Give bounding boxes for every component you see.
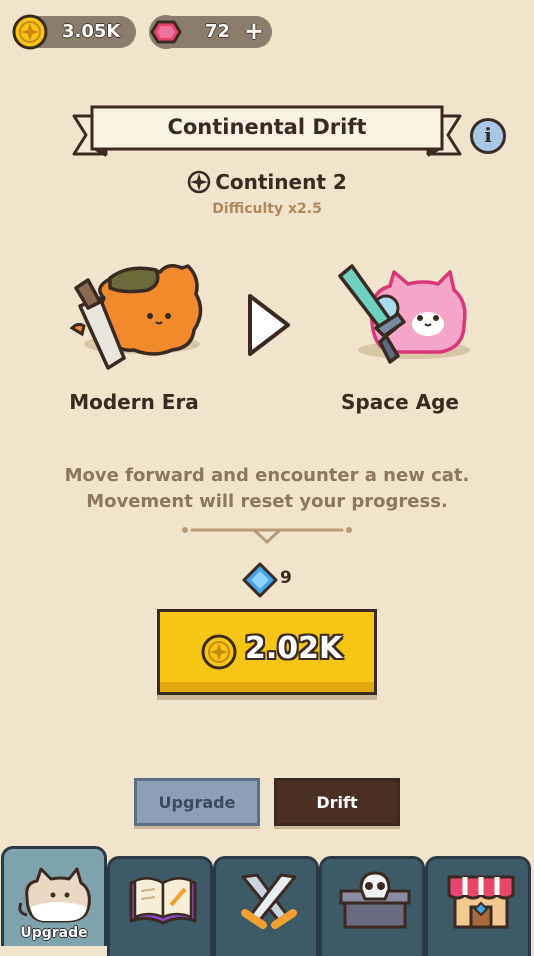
add-gems-button[interactable]: +: [244, 17, 264, 45]
coin-icon: [201, 634, 237, 670]
coin-counter: 3.05K: [12, 14, 136, 50]
purchase-cost: 2.02K: [245, 631, 343, 666]
divider-ornament: [182, 527, 352, 544]
space-age-cat-image: [338, 264, 470, 364]
drift-tab-button[interactable]: Drift: [274, 778, 400, 826]
drift-description: Move forward and encounter a new cat. Mo…: [40, 463, 494, 515]
book-icon: [129, 877, 197, 925]
info-icon: i: [484, 123, 492, 147]
arrow-right-icon: [248, 294, 290, 356]
modern-era-cat-image: [69, 264, 203, 370]
cat-icon: [18, 867, 91, 923]
compass-icon: [187, 170, 211, 194]
skull-chest-icon: [339, 871, 411, 929]
description-line-1: Move forward and encounter a new cat.: [64, 465, 470, 486]
difficulty-label: Difficulty x2.5: [212, 201, 322, 217]
gem-reward-amount: 9: [280, 568, 292, 588]
next-era-label: Space Age: [341, 390, 459, 414]
gem-reward: 9: [242, 562, 292, 598]
description-line-2: Movement will reset your progress.: [86, 491, 448, 512]
nav-tab-book[interactable]: [107, 856, 213, 956]
nav-tab-boss[interactable]: [319, 856, 425, 956]
info-button[interactable]: i: [470, 118, 506, 154]
nav-tab-battle[interactable]: [213, 856, 319, 956]
coin-amount: 3.05K: [62, 21, 121, 42]
coin-icon: [12, 14, 48, 50]
continent-heading: Continent 2: [0, 170, 534, 194]
gem-amount: 72: [205, 21, 231, 42]
nav-tab-upgrade-label: Upgrade: [20, 925, 88, 941]
drift-purchase-button[interactable]: 2.02K: [157, 609, 377, 695]
bottom-navigation: Upgrade: [0, 846, 534, 956]
shop-icon: [447, 875, 515, 929]
current-era-label: Modern Era: [69, 390, 199, 414]
continent-name: Continent 2: [215, 170, 347, 194]
nav-tab-upgrade[interactable]: Upgrade: [1, 846, 107, 946]
upgrade-tab-button[interactable]: Upgrade: [134, 778, 260, 826]
blue-gem-icon: [242, 562, 278, 598]
page-title: Continental Drift: [167, 115, 367, 139]
nav-tab-shop[interactable]: [425, 856, 531, 956]
crossed-swords-icon: [241, 873, 297, 929]
ruby-gem-icon: [149, 15, 183, 49]
gem-counter: 72 +: [149, 15, 272, 49]
